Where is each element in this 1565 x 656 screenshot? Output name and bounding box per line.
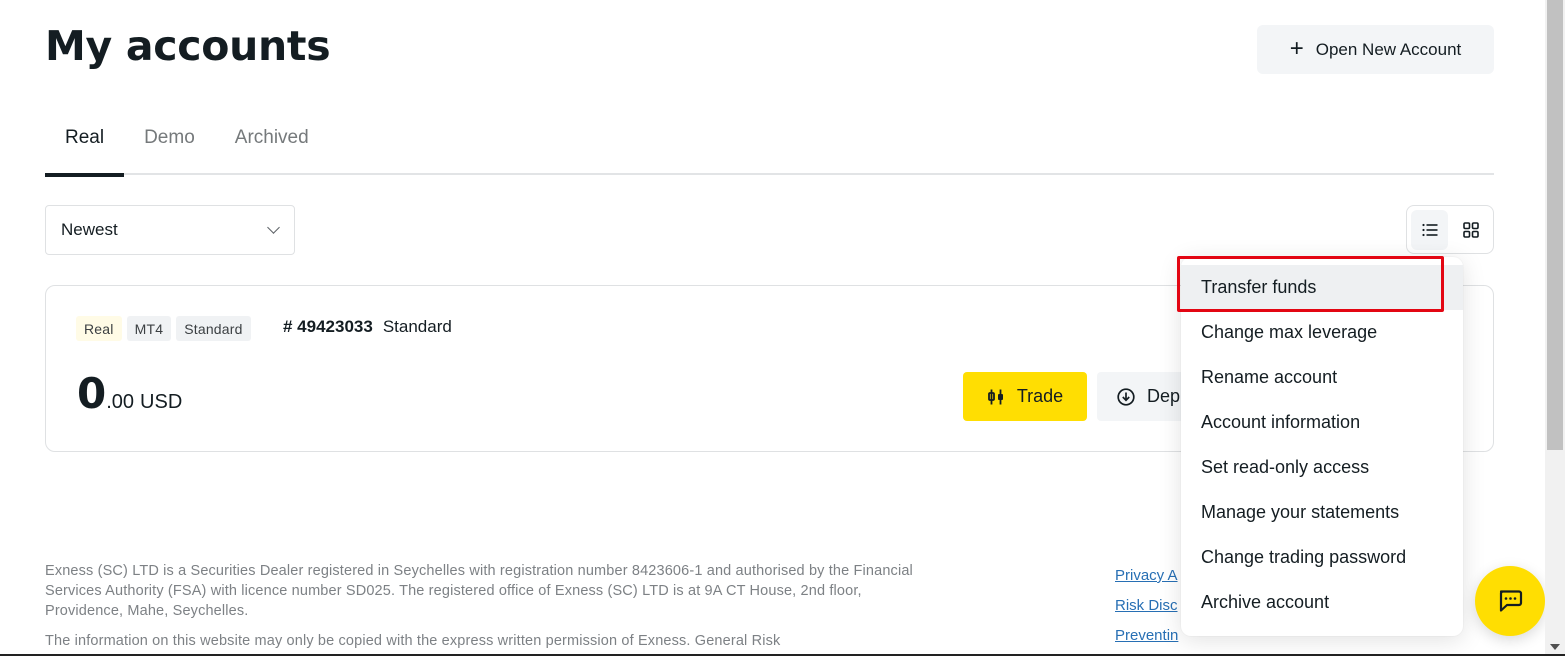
scrollbar-thumb[interactable] [1547, 0, 1563, 450]
tab-archived[interactable]: Archived [215, 115, 329, 175]
badge-platform: MT4 [126, 316, 172, 341]
chevron-down-icon [267, 221, 280, 234]
vertical-scrollbar[interactable] [1545, 0, 1565, 656]
chat-icon [1499, 590, 1523, 612]
badge-real: Real [76, 316, 122, 341]
balance-integer: 0 [77, 369, 107, 418]
menu-item-change-trading-password[interactable]: Change trading password [1181, 535, 1463, 580]
balance-decimal: .00 [106, 391, 135, 413]
footer-paragraph-registration: Exness (SC) LTD is a Securities Dealer r… [45, 563, 913, 619]
view-toggle [1406, 205, 1494, 254]
grid-view-button[interactable] [1452, 210, 1489, 250]
account-tabs: Real Demo Archived [45, 115, 1494, 177]
menu-item-transfer-funds[interactable]: Transfer funds [1181, 265, 1463, 310]
page: My accounts + Open New Account Real Demo… [0, 0, 1545, 656]
plus-icon: + [1289, 34, 1304, 62]
account-number: # 49423033 [283, 317, 373, 336]
footer-legal-text: Exness (SC) LTD is a Securities Dealer r… [45, 561, 935, 651]
candlestick-icon [987, 389, 1003, 404]
grid-view-icon [1462, 221, 1479, 238]
menu-item-archive-account[interactable]: Archive account [1181, 580, 1463, 625]
account-badges: Real MT4 Standard [76, 316, 251, 341]
account-type-label: Standard [382, 317, 452, 336]
open-new-account-label: Open New Account [1315, 39, 1462, 59]
account-identifier: # 49423033 Standard [283, 317, 452, 337]
privacy-agreement-link[interactable]: Privacy A [1115, 561, 1178, 591]
open-new-account-button[interactable]: + Open New Account [1257, 25, 1494, 74]
menu-item-change-max-leverage[interactable]: Change max leverage [1181, 310, 1463, 355]
deposit-arrow-icon [1117, 387, 1135, 406]
menu-item-manage-statements[interactable]: Manage your statements [1181, 490, 1463, 535]
balance-currency: USD [140, 391, 183, 413]
trade-label: Trade [1016, 386, 1064, 406]
menu-item-account-information[interactable]: Account information [1181, 400, 1463, 445]
page-title: My accounts [45, 22, 331, 70]
sort-select[interactable]: Newest [45, 205, 295, 255]
scroll-down-arrow-icon[interactable] [1550, 644, 1560, 650]
chat-button[interactable] [1475, 566, 1545, 636]
account-balance: 0 .00 USD [77, 369, 182, 418]
trade-button[interactable]: Trade [963, 372, 1087, 421]
menu-item-rename-account[interactable]: Rename account [1181, 355, 1463, 400]
sort-select-value: Newest [61, 220, 118, 239]
risk-disclosure-link[interactable]: Risk Disc [1115, 591, 1178, 621]
preventing-money-laundering-link[interactable]: Preventin [1115, 621, 1178, 651]
footer-links: Privacy A Risk Disc Preventin [1115, 561, 1178, 651]
tab-demo[interactable]: Demo [124, 115, 215, 175]
list-view-button[interactable] [1411, 209, 1448, 250]
footer-paragraph-copyright: The information on this website may only… [45, 633, 781, 649]
menu-item-set-read-only-access[interactable]: Set read-only access [1181, 445, 1463, 490]
badge-account-type: Standard [176, 316, 251, 341]
deposit-label: Dep [1147, 386, 1181, 406]
account-actions-menu: Transfer funds Change max leverage Renam… [1181, 257, 1463, 636]
list-view-icon [1421, 223, 1437, 236]
tab-real[interactable]: Real [45, 115, 125, 177]
